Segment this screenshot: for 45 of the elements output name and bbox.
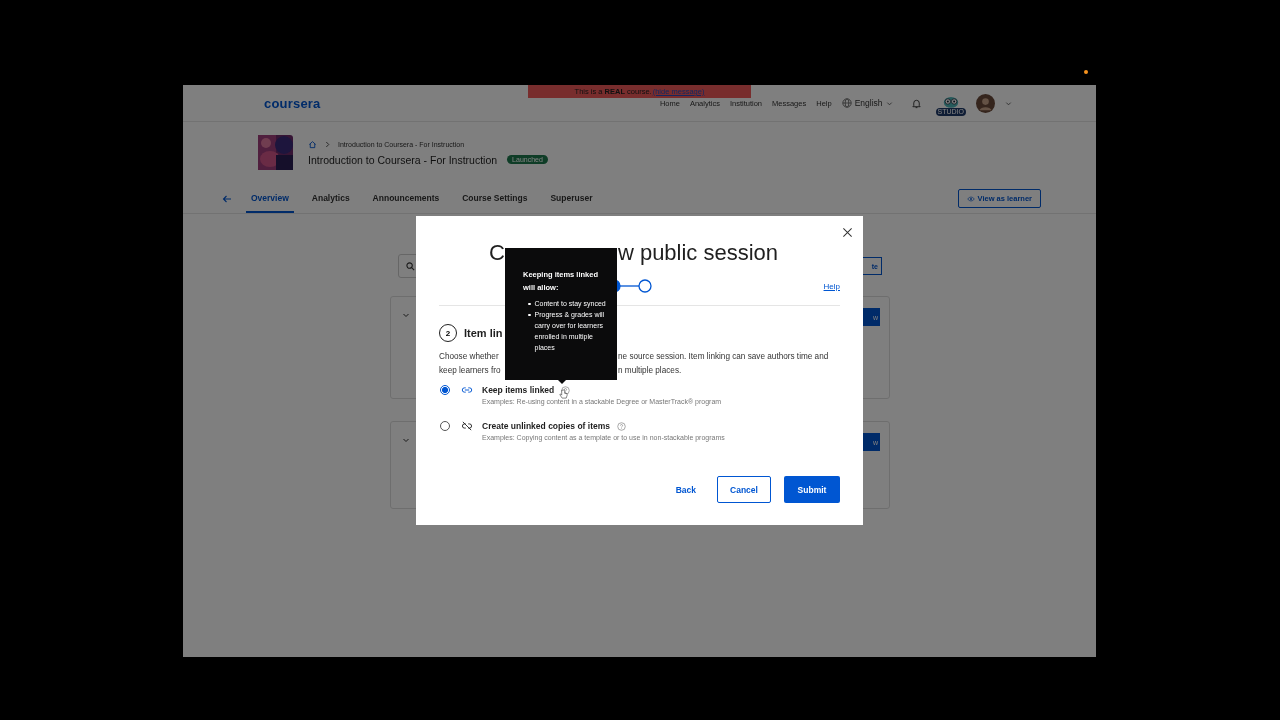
avatar-icon[interactable] [976, 93, 995, 113]
help-icon[interactable] [561, 385, 571, 395]
recording-dot [1084, 70, 1088, 74]
description-text: n multiple places. [618, 365, 683, 377]
chevron-icon[interactable] [402, 311, 410, 319]
bullet-icon [528, 302, 531, 305]
tab[interactable]: Announcements [367, 185, 445, 213]
tab[interactable]: Course Settings [457, 185, 533, 213]
home-icon[interactable] [308, 139, 317, 149]
bell-icon[interactable] [910, 97, 922, 109]
description-text: keep learners fro [439, 365, 502, 377]
unlink-icon [461, 421, 473, 431]
close-icon[interactable] [842, 227, 853, 238]
help-link[interactable]: Help [823, 281, 840, 291]
cancel-button[interactable]: Cancel [717, 476, 771, 503]
tab[interactable]: Overview [246, 185, 294, 213]
link-icon [461, 385, 473, 395]
step-connector [619, 285, 640, 287]
logo[interactable]: coursera [264, 95, 321, 111]
submit-button[interactable]: Submit [784, 476, 840, 503]
search-icon [406, 261, 415, 271]
eye-icon [966, 195, 975, 202]
caret-icon [885, 99, 893, 107]
caret-icon[interactable] [1005, 99, 1012, 107]
course-title: Introduction to Coursera - For Instruction [308, 153, 498, 166]
owl-icon[interactable] [941, 94, 960, 108]
bullet-icon [528, 313, 531, 316]
help-icon[interactable] [617, 421, 626, 431]
radio-button[interactable] [440, 385, 450, 395]
dialog-title: w public session [617, 240, 779, 266]
chevron-icon[interactable] [402, 436, 410, 444]
description-text: Choose whether [439, 351, 500, 363]
section-heading: Item lin [464, 327, 503, 339]
chevron-icon [325, 140, 330, 148]
back-button[interactable]: Back [667, 484, 704, 495]
hand-cursor-icon [559, 389, 568, 400]
tab[interactable]: Analytics [306, 185, 355, 213]
description-text: ne source session. Item linking can save authors time and [618, 351, 830, 363]
option-label: Keep items linked [482, 385, 555, 395]
option-label: Create unlinked copies of items [482, 421, 610, 431]
globe-icon [841, 98, 852, 108]
dialog-title: C [489, 240, 505, 266]
back-arrow-icon[interactable] [222, 194, 232, 204]
language-selector[interactable]: English [841, 98, 893, 108]
tab[interactable]: Superuser [545, 185, 598, 213]
